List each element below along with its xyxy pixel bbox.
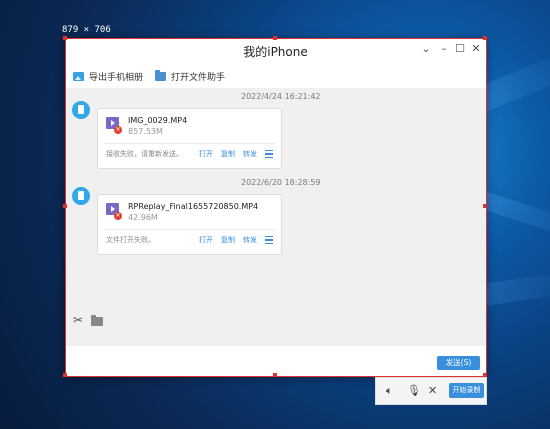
recording-toolbar: 🔈︎ 🎙︎ ✕ 开始录制: [375, 377, 487, 405]
export-album-button[interactable]: 导出手机相册: [73, 70, 143, 83]
selection-handle[interactable]: [273, 36, 277, 40]
copy-link[interactable]: 复制: [221, 235, 235, 245]
message-timestamp: 2022/6/20 18:28:59: [241, 178, 321, 187]
file-actions: 打开 复制 转发: [191, 235, 273, 245]
selection-handle[interactable]: [63, 373, 67, 377]
error-icon: ✕: [114, 126, 122, 134]
start-recording-button[interactable]: 开始录制: [449, 383, 484, 398]
folder-icon: [155, 69, 167, 81]
folder-icon[interactable]: [91, 314, 103, 326]
chat-window: 我的iPhone ⌄ – ☐ ✕ 导出手机相册 打开文件助手 2022/4/24…: [65, 38, 486, 376]
forward-link[interactable]: 转发: [243, 149, 257, 159]
divider: [104, 143, 275, 144]
file-status: 文件打开失败。: [106, 236, 155, 244]
selection-handle[interactable]: [63, 204, 67, 208]
file-status: 接收失败，请重新发送。: [106, 150, 183, 158]
toolbar: 导出手机相册 打开文件助手: [73, 68, 237, 84]
selection-handle[interactable]: [63, 36, 67, 40]
open-link[interactable]: 打开: [199, 235, 213, 245]
phone-avatar-icon: [72, 187, 90, 205]
more-menu-icon[interactable]: [265, 150, 273, 158]
close-icon[interactable]: ✕: [469, 42, 483, 56]
scissors-icon[interactable]: ✂: [73, 314, 85, 326]
phone-avatar-icon: [72, 101, 90, 119]
file-name: RPReplay_Final1655720850.MP4: [128, 202, 259, 211]
file-size: 857.53M: [128, 127, 163, 136]
close-icon[interactable]: ✕: [428, 384, 437, 398]
chevron-down-icon[interactable]: ⌄: [419, 42, 433, 56]
divider: [104, 229, 275, 230]
file-actions: 打开 复制 转发: [191, 149, 273, 159]
chat-history[interactable]: 2022/4/24 16:21:42 ✕ IMG_0029.MP4 857.53…: [65, 88, 486, 346]
message-input[interactable]: [65, 330, 486, 352]
file-message-card[interactable]: ✕ RPReplay_Final1655720850.MP4 42.96M 文件…: [97, 194, 282, 255]
open-link[interactable]: 打开: [199, 149, 213, 159]
maximize-icon[interactable]: ☐: [453, 42, 467, 56]
selection-handle[interactable]: [483, 36, 487, 40]
copy-link[interactable]: 复制: [221, 149, 235, 159]
minimize-icon[interactable]: –: [437, 42, 451, 56]
title-bar[interactable]: 我的iPhone ⌄ – ☐ ✕: [65, 38, 486, 62]
open-file-helper-label: 打开文件助手: [171, 72, 226, 83]
error-icon: ✕: [114, 212, 122, 220]
selection-handle[interactable]: [273, 373, 277, 377]
message-timestamp: 2022/4/24 16:21:42: [241, 92, 321, 101]
send-button[interactable]: 发送(S): [437, 356, 480, 370]
photo-icon: [73, 71, 84, 81]
file-name: IMG_0029.MP4: [128, 116, 188, 125]
forward-link[interactable]: 转发: [243, 235, 257, 245]
composer-tools: ✂: [73, 314, 103, 326]
export-album-label: 导出手机相册: [89, 72, 144, 83]
speaker-icon[interactable]: 🔈︎: [386, 384, 393, 398]
microphone-icon[interactable]: 🎙︎: [407, 384, 421, 398]
file-message-card[interactable]: ✕ IMG_0029.MP4 857.53M 接收失败，请重新发送。 打开 复制…: [97, 108, 282, 169]
file-size: 42.96M: [128, 213, 158, 222]
capture-size-label: 879 × 706: [62, 25, 111, 35]
selection-handle[interactable]: [483, 204, 487, 208]
open-file-helper-button[interactable]: 打开文件助手: [155, 69, 226, 83]
more-menu-icon[interactable]: [265, 236, 273, 244]
